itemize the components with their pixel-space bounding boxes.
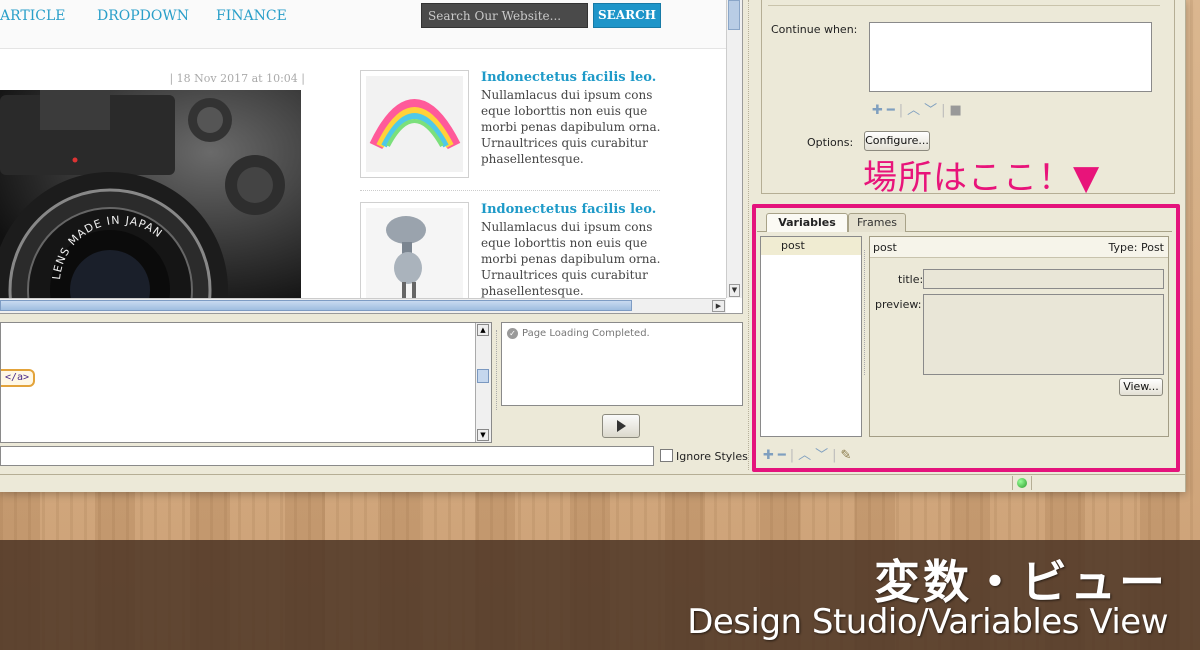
separator: | [898, 103, 908, 118]
list-toolbar: ✚━|︿﹀|■ [872, 99, 966, 118]
site-nav: ARTICLE DROPDOWN FINANCE Search Our Webs… [0, 0, 726, 49]
web-preview: ARTICLE DROPDOWN FINANCE Search Our Webs… [0, 0, 743, 314]
preview-field-label: preview: [875, 298, 922, 311]
move-down-icon[interactable]: ﹀ [924, 103, 941, 118]
continue-when-label: Continue when: [771, 23, 858, 36]
source-scrollbar[interactable]: ▲ ▼ [475, 323, 491, 442]
post-date: | 18 Nov 2017 at 10:04 | [169, 72, 305, 85]
preview-vertical-scrollbar[interactable]: ▼ [726, 0, 742, 298]
edit-variable-icon[interactable]: ✎ [841, 448, 856, 463]
site-search-button[interactable]: SEARCH [593, 3, 661, 28]
check-circle-icon: ✓ [507, 328, 518, 339]
separator: | [789, 448, 799, 463]
move-up-icon[interactable]: ︿ [798, 448, 815, 463]
scroll-down-icon[interactable]: ▼ [477, 429, 489, 441]
site-search-input[interactable]: Search Our Website... [421, 3, 588, 28]
callout-annotation: 場所はここ！▼ [863, 158, 1101, 198]
continue-when-list[interactable] [869, 22, 1152, 92]
add-icon[interactable]: ✚ [872, 103, 887, 118]
design-studio-window: ARTICLE DROPDOWN FINANCE Search Our Webs… [0, 0, 1186, 492]
remove-icon[interactable]: ━ [778, 448, 790, 463]
post-excerpt: Nullamlacus dui ipsum cons eque lobortti… [481, 88, 661, 166]
scroll-thumb[interactable] [728, 0, 740, 30]
play-button[interactable] [602, 414, 640, 438]
preview-horizontal-scrollbar[interactable]: ▶ [0, 298, 726, 313]
move-up-icon[interactable]: ︿ [907, 103, 924, 118]
separator: | [832, 448, 841, 463]
post-excerpt: Nullamlacus dui ipsum cons eque lobortti… [481, 220, 661, 298]
source-view[interactable]: </a> ▲ ▼ [0, 322, 492, 443]
title-field-label: title: [898, 273, 924, 286]
html-tag-chip[interactable]: </a> [1, 369, 36, 387]
preview-field[interactable] [923, 294, 1164, 375]
play-icon [617, 420, 626, 432]
tab-variables[interactable]: Variables [766, 213, 848, 232]
banner-subtitle: Design Studio/Variables View [687, 602, 1168, 642]
post-title[interactable]: Indonectetus facilis leo. [481, 202, 656, 217]
slinky-thumbnail[interactable] [360, 70, 469, 178]
scroll-thumb[interactable] [0, 300, 632, 311]
url-field[interactable] [0, 446, 654, 466]
variable-detail-header: post Type: Post [870, 237, 1168, 258]
view-button[interactable]: View... [1119, 378, 1163, 396]
nav-link-dropdown[interactable]: DROPDOWN [97, 8, 189, 24]
variable-item[interactable]: post [761, 237, 861, 255]
log-message: Page Loading Completed. [522, 328, 650, 339]
remove-icon[interactable]: ━ [887, 103, 899, 118]
edit-icon[interactable]: ■ [950, 103, 966, 118]
post-divider [360, 190, 660, 191]
log-pane: ✓ Page Loading Completed. [501, 322, 743, 406]
camera-photo: LENS MADE IN JAPAN [0, 90, 301, 298]
nav-link-finance[interactable]: FINANCE [216, 8, 287, 24]
nav-link-article[interactable]: ARTICLE [0, 8, 66, 24]
variables-list[interactable]: post [760, 236, 862, 437]
scroll-down-icon[interactable]: ▼ [729, 284, 740, 297]
scroll-thumb[interactable] [477, 369, 489, 383]
post-title[interactable]: Indonectetus facilis leo. [481, 70, 656, 85]
ignore-styles-checkbox[interactable] [660, 449, 673, 462]
title-field[interactable] [923, 269, 1164, 289]
tab-frames[interactable]: Frames [848, 213, 906, 232]
status-cell [1012, 476, 1032, 490]
scroll-up-icon[interactable]: ▲ [477, 324, 489, 336]
variables-toolbar: ✚━|︿﹀|✎ [763, 444, 855, 463]
scroll-right-icon[interactable]: ▶ [712, 300, 725, 312]
configure-button[interactable]: Configure... [864, 131, 930, 151]
status-led-icon [1017, 478, 1027, 488]
add-icon[interactable]: ✚ [763, 448, 778, 463]
separator [768, 5, 1160, 6]
options-label: Options: [807, 136, 854, 149]
ignore-styles-option[interactable]: Ignore Styles [660, 449, 748, 463]
move-down-icon[interactable]: ﹀ [815, 448, 832, 463]
ignore-styles-label: Ignore Styles [676, 450, 748, 463]
robot-thumbnail[interactable] [360, 202, 469, 310]
separator: | [941, 103, 950, 118]
variable-name: post [873, 241, 897, 254]
status-bar [0, 474, 1185, 492]
splitter-grip[interactable] [864, 250, 868, 375]
variable-type: Type: Post [1108, 241, 1164, 254]
